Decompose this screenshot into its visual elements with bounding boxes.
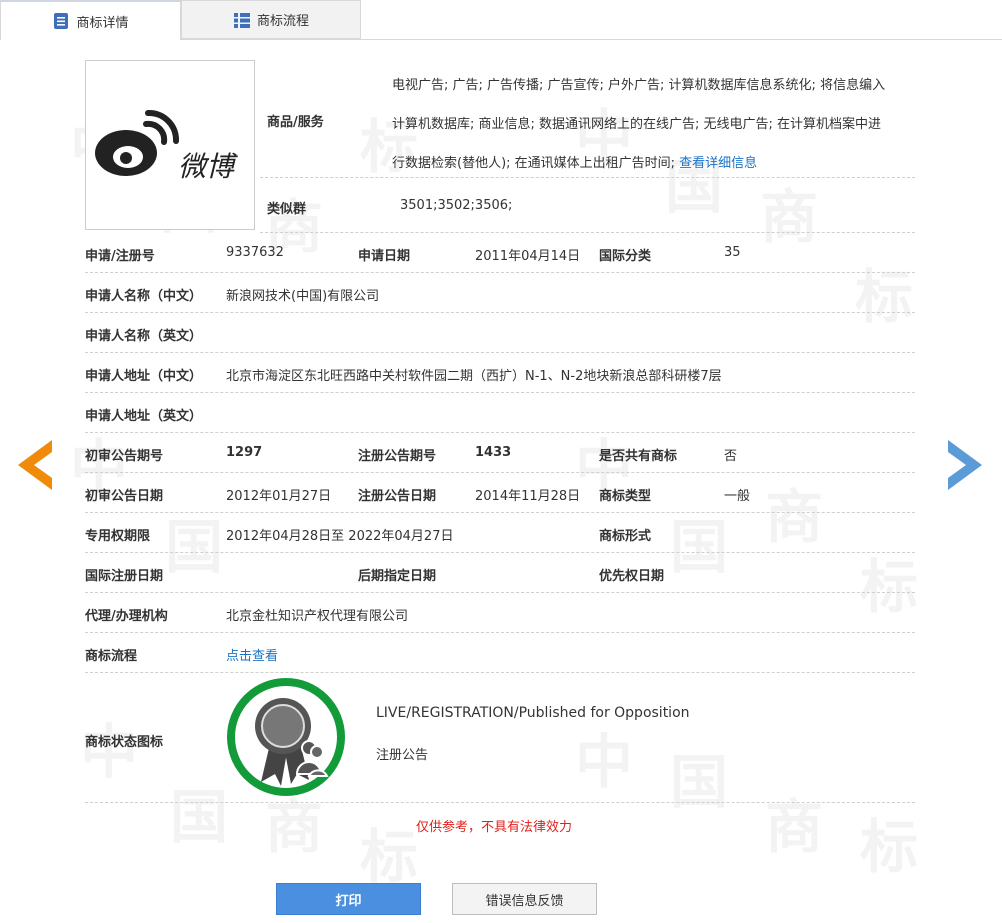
shared-label: 是否共有商标 bbox=[599, 449, 678, 464]
status-text-cn: 注册公告 bbox=[376, 748, 429, 763]
view-details-link[interactable]: 查看详细信息 bbox=[679, 156, 757, 171]
logo-brand-text: 微博 bbox=[178, 150, 235, 183]
certificate-badge-icon bbox=[255, 698, 329, 786]
tab-trademark-details[interactable]: 商标详情 bbox=[0, 0, 181, 40]
priority-date-label: 优先权日期 bbox=[599, 569, 665, 584]
reg-pub-date-value: 2014年11月28日 bbox=[475, 489, 581, 504]
chevron-right-icon bbox=[948, 440, 982, 490]
intl-class-label: 国际分类 bbox=[599, 249, 652, 264]
status-text-en: LIVE/REGISTRATION/Published for Oppositi… bbox=[376, 705, 690, 721]
detail-row bbox=[85, 633, 915, 673]
reg-no-label: 申请/注册号 bbox=[85, 249, 155, 264]
reg-pub-no-value: 1433 bbox=[475, 445, 512, 460]
exclusive-label: 专用权期限 bbox=[85, 529, 151, 544]
detail-row bbox=[85, 313, 915, 353]
applicant-cn-value: 新浪网技术(中国)有限公司 bbox=[226, 289, 380, 304]
prelim-date-value: 2012年01月27日 bbox=[226, 489, 332, 504]
address-cn-label: 申请人地址（中文） bbox=[85, 369, 203, 384]
tab-label: 商标流程 bbox=[256, 14, 309, 29]
watermark-char: 标 bbox=[860, 800, 918, 884]
tab-underline bbox=[180, 39, 1002, 40]
applicant-cn-label: 申请人名称（中文） bbox=[85, 289, 203, 304]
reg-no-value: 9337632 bbox=[226, 245, 284, 260]
intl-reg-date-label: 国际注册日期 bbox=[85, 569, 164, 584]
later-date-label: 后期指定日期 bbox=[358, 569, 437, 584]
exclusive-value: 2012年04月28日至 2022年04月27日 bbox=[226, 529, 454, 544]
similar-group-value: 3501;3502;3506; bbox=[400, 198, 513, 213]
tm-form-label: 商标形式 bbox=[599, 529, 652, 544]
agent-value: 北京金杜知识产权代理有限公司 bbox=[226, 609, 409, 624]
status-row bbox=[85, 673, 915, 803]
goods-services-text: 电视广告; 广告; 广告传播; 广告宣传; 户外广告; 计算机数据库信息系统化;… bbox=[392, 66, 917, 183]
goods-line: 计算机数据库; 商业信息; 数据通讯网络上的在线广告; 无线电广告; 在计算机档… bbox=[392, 117, 882, 132]
detail-row bbox=[85, 273, 915, 313]
chevron-left-icon bbox=[18, 440, 52, 490]
goods-line: 电视广告; 广告; 广告传播; 广告宣传; 户外广告; 计算机数据库信息系统化;… bbox=[392, 78, 886, 93]
tab-trademark-process[interactable]: 商标流程 bbox=[181, 0, 361, 39]
tm-type-label: 商标类型 bbox=[599, 489, 652, 504]
prelim-no-label: 初审公告期号 bbox=[85, 449, 164, 464]
reg-pub-date-label: 注册公告日期 bbox=[358, 489, 437, 504]
prev-arrow-button[interactable] bbox=[18, 440, 52, 490]
status-label: 商标状态图标 bbox=[85, 735, 164, 750]
shared-value: 否 bbox=[724, 449, 738, 464]
disclaimer-text: 仅供参考，不具有法律效力 bbox=[416, 820, 573, 835]
apply-date-value: 2011年04月14日 bbox=[475, 249, 581, 264]
view-flow-link[interactable]: 点击查看 bbox=[226, 645, 278, 664]
detail-row bbox=[85, 593, 915, 633]
apply-date-label: 申请日期 bbox=[358, 249, 411, 264]
print-button[interactable]: 打印 bbox=[276, 883, 421, 915]
detail-row bbox=[85, 553, 915, 593]
detail-row bbox=[85, 393, 915, 433]
goods-line: 行数据检索(替他人); 在通讯媒体上出租广告时间; bbox=[392, 156, 680, 171]
similar-group-label: 类似群 bbox=[267, 202, 307, 217]
reg-pub-no-label: 注册公告期号 bbox=[358, 449, 437, 464]
status-badge bbox=[227, 678, 345, 796]
goods-label: 商品/服务 bbox=[267, 115, 324, 130]
tm-type-value: 一般 bbox=[724, 489, 751, 504]
prelim-no-value: 1297 bbox=[226, 445, 263, 460]
applicant-en-label: 申请人名称（英文） bbox=[85, 329, 203, 344]
flow-label: 商标流程 bbox=[85, 649, 138, 664]
trademark-image: 微博 bbox=[85, 60, 255, 230]
address-cn-value: 北京市海淀区东北旺西路中关村软件园二期（西扩）N-1、N-2地块新浪总部科研楼7… bbox=[226, 369, 722, 384]
watermark-char: 标 bbox=[360, 810, 418, 894]
similar-group-row bbox=[260, 178, 915, 233]
address-en-label: 申请人地址（英文） bbox=[85, 409, 203, 424]
tab-bar: 商标详情 商标流程 bbox=[0, 0, 1002, 40]
intl-class-value: 35 bbox=[724, 245, 741, 260]
tab-label: 商标详情 bbox=[76, 15, 129, 31]
agent-label: 代理/办理机构 bbox=[85, 609, 168, 624]
detail-row bbox=[85, 513, 915, 553]
next-arrow-button[interactable] bbox=[948, 440, 982, 490]
feedback-button[interactable]: 错误信息反馈 bbox=[452, 883, 597, 915]
prelim-date-label: 初审公告日期 bbox=[85, 489, 164, 504]
grid-list-icon bbox=[233, 11, 251, 29]
document-list-icon bbox=[52, 12, 70, 30]
